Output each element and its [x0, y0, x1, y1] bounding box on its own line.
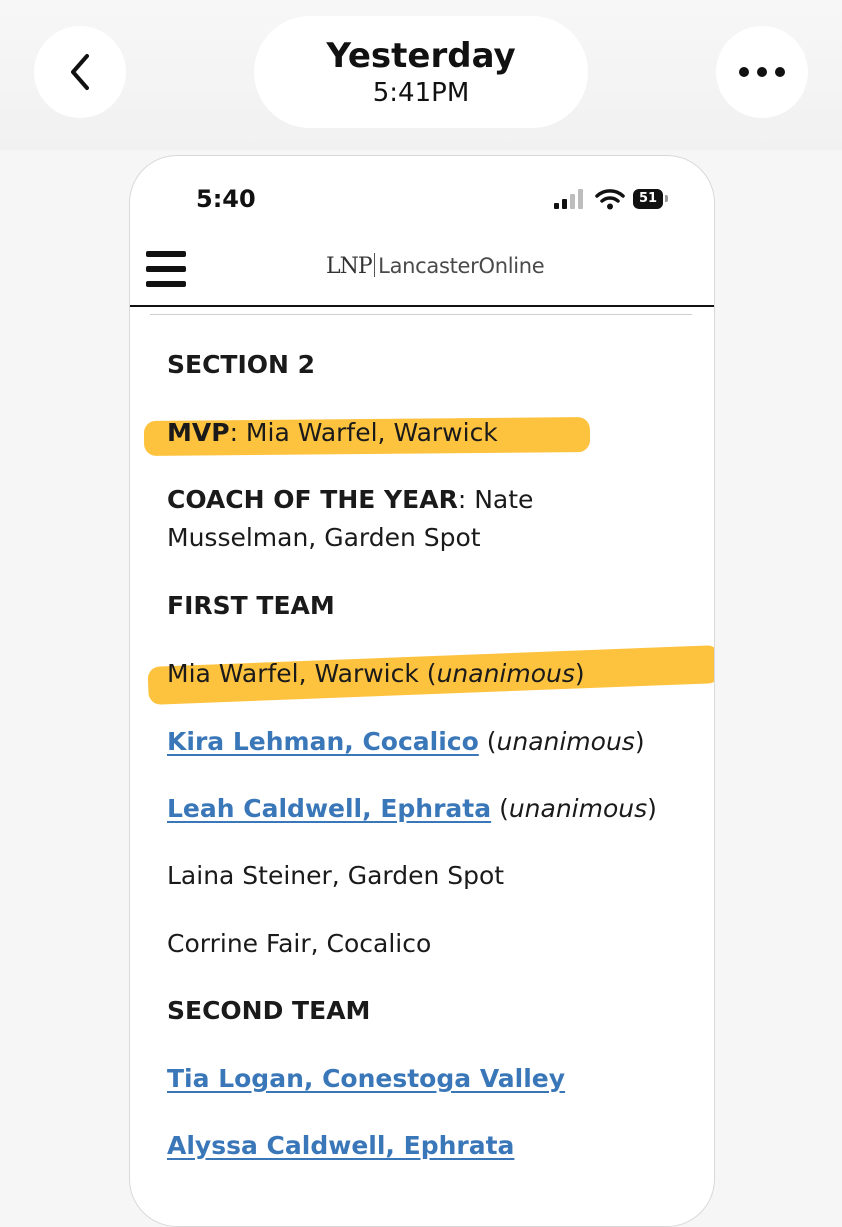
- list-item: Corrine Fair, Cocalico: [167, 929, 432, 958]
- paren-close: ): [574, 659, 585, 688]
- list-item: Laina Steiner, Garden Spot: [167, 861, 505, 890]
- paren-close: ): [634, 727, 645, 756]
- site-header: LNP LancasterOnline: [130, 234, 714, 307]
- unanimous-note: unanimous: [436, 659, 575, 688]
- status-bar-time: 5:40: [196, 185, 256, 213]
- list-item: Alyssa Caldwell, Ephrata: [167, 1131, 514, 1160]
- coach-value: : Nate: [457, 485, 534, 514]
- unanimous-note: unanimous: [496, 727, 635, 756]
- screenshot-image[interactable]: 5:40 51 LNP LancasterOnline SECTION 2 MVP…: [129, 155, 715, 1227]
- logo-separator: [373, 253, 376, 277]
- paren-close: ): [647, 794, 657, 823]
- mvp-value: : Mia Warfel, Warwick: [229, 418, 498, 447]
- logo-lancaster-online: LancasterOnline: [378, 254, 545, 278]
- divider: [150, 314, 692, 315]
- back-button[interactable]: [34, 26, 126, 118]
- status-bar-icons: 51: [554, 188, 676, 212]
- section-title: SECTION 2: [167, 350, 316, 379]
- ellipsis-icon: [739, 67, 785, 77]
- chevron-left-icon: [71, 54, 89, 90]
- signal-icon: [554, 189, 583, 209]
- player-link[interactable]: Kira Lehman, Cocalico: [167, 727, 479, 756]
- logo-lnp: LNP: [326, 254, 373, 279]
- paren-open: (: [478, 727, 497, 756]
- second-team-title: SECOND TEAM: [167, 996, 371, 1025]
- unanimous-note: unanimous: [508, 794, 648, 823]
- player-name: Mia Warfel, Warwick: [167, 659, 419, 688]
- coach-label: COACH OF THE YEAR: [167, 485, 458, 514]
- message-date: Yesterday: [326, 36, 516, 76]
- wifi-icon: [595, 189, 625, 210]
- coach-line: COACH OF THE YEAR: Nate: [167, 485, 533, 514]
- menu-icon[interactable]: [146, 251, 186, 287]
- coach-line-2: Musselman, Garden Spot: [167, 523, 481, 552]
- message-top-bar: Yesterday 5:41PM: [0, 0, 842, 150]
- battery-icon: 51: [633, 189, 663, 209]
- mvp-line: MVP: Mia Warfel, Warwick: [167, 418, 498, 447]
- player-link[interactable]: Tia Logan, Conestoga Valley: [167, 1064, 565, 1093]
- list-item: Leah Caldwell, Ephrata (unanimous): [167, 794, 657, 823]
- list-item: Mia Warfel, Warwick (unanimous): [167, 659, 585, 688]
- message-timestamp: Yesterday 5:41PM: [254, 16, 588, 128]
- first-team-title: FIRST TEAM: [167, 591, 335, 620]
- list-item: Kira Lehman, Cocalico (unanimous): [167, 727, 645, 756]
- site-logo[interactable]: LNP LancasterOnline: [326, 253, 545, 283]
- list-item: Tia Logan, Conestoga Valley: [167, 1064, 565, 1093]
- more-options-button[interactable]: [716, 26, 808, 118]
- paren-open: (: [418, 659, 437, 688]
- battery-tip: [665, 195, 668, 202]
- player-link[interactable]: Leah Caldwell, Ephrata: [167, 794, 491, 823]
- paren-open: (: [491, 794, 509, 823]
- player-link[interactable]: Alyssa Caldwell, Ephrata: [167, 1131, 514, 1160]
- message-time: 5:41PM: [372, 78, 470, 108]
- mvp-label: MVP: [167, 418, 230, 447]
